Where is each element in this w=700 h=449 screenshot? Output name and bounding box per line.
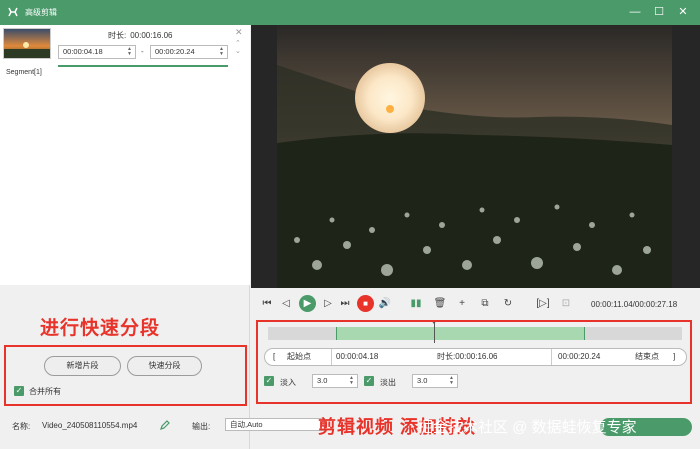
quick-split-button[interactable]: 快速分段 (127, 356, 202, 376)
output-label: 输出: (192, 422, 211, 431)
segment-end-value: 00:00:20.24 (155, 47, 195, 56)
video-preview[interactable] (277, 25, 672, 288)
mark-in-icon[interactable]: [▷] (536, 297, 550, 311)
video-letterbox-right (672, 25, 700, 288)
segment-start-value: 00:00:04.18 (63, 47, 103, 56)
volume-icon[interactable]: 🔊 (378, 297, 392, 311)
merge-all-checkbox[interactable]: ✓ (14, 386, 24, 396)
segment-label: Segment[1] (6, 69, 42, 76)
file-name-value: Video_240508110554.mp4 (42, 421, 138, 430)
spinner-icon[interactable]: ▲ ▼ (127, 47, 133, 57)
thumbnail-image (4, 29, 50, 58)
delete-icon[interactable]: 🗑 (433, 297, 447, 311)
new-segment-button[interactable]: 新增片段 (44, 356, 121, 376)
reorder-icon[interactable]: ⌃ ⌄ (235, 40, 241, 56)
output-select[interactable]: 自动,Auto (225, 418, 325, 431)
copy-icon[interactable]: ⧉ (478, 297, 492, 311)
snapshot-icon[interactable]: ⊡ (559, 297, 573, 311)
current-time: 00:00:11.04 (591, 300, 633, 309)
skip-end-icon[interactable]: ⏭ (338, 297, 352, 311)
total-time: 00:00:27.18 (634, 300, 678, 309)
segment-panel: 时长: 00:00:16.06 00:00:04.18 ▲ ▼ - 00:00:20… (0, 25, 325, 449)
output-value: 自动,Auto (230, 420, 263, 429)
segment-start-field[interactable]: 00:00:04.18 ▲ ▼ (58, 45, 136, 59)
annotation-quick-split: 进行快速分段 (40, 318, 161, 339)
title-bar: 高级剪辑 — ☐ ✕ (0, 0, 700, 25)
range-dash: - (141, 47, 144, 56)
segment-item[interactable]: 时长: 00:00:16.06 00:00:04.18 ▲ ▼ - 00:00:20… (0, 25, 250, 77)
video-letterbox-left (251, 25, 277, 288)
segment-thumbnail (3, 28, 51, 59)
split-icon[interactable]: ▮▮ (409, 297, 423, 311)
add-icon[interactable]: + (455, 297, 469, 311)
skip-start-icon[interactable]: ⏮ (260, 297, 274, 311)
segment-duration-label: 时长: (108, 31, 127, 40)
edit-icon[interactable] (160, 420, 170, 430)
file-name-label: 名称: (12, 422, 31, 431)
segment-duration: 时长: 00:00:16.06 (108, 30, 173, 41)
watermark: 掘金技术社区 @ 数据蛙恢复专家 (418, 419, 637, 436)
playback-toolbar: ⏮ ◁ ▶ ▷ ⏭ ■ 🔊 ▮▮ 🗑 + ⧉ ↻ [▷] ⊡ 00:00:11.… (251, 288, 700, 318)
time-display: 00:00:11.04/00:00:27.18 (591, 300, 678, 309)
stop-button[interactable]: ■ (357, 295, 374, 312)
segment-duration-value: 00:00:16.06 (130, 31, 173, 40)
next-frame-icon[interactable]: ▷ (321, 297, 335, 311)
maximize-button[interactable]: ☐ (652, 5, 666, 19)
prev-frame-icon[interactable]: ◁ (279, 297, 293, 311)
video-frame-image (277, 25, 672, 288)
window-title: 高级剪辑 (25, 8, 57, 17)
merge-all-label: 合并所有 (29, 387, 61, 396)
minimize-button[interactable]: — (628, 5, 642, 19)
segment-progress-bar (58, 65, 228, 67)
segment-end-field[interactable]: 00:00:20.24 ▲ ▼ (150, 45, 228, 59)
app-logo-icon (8, 7, 18, 17)
spinner-icon[interactable]: ▲ ▼ (219, 47, 225, 57)
close-button[interactable]: ✕ (676, 5, 690, 19)
highlight-box-right (256, 320, 692, 404)
play-button[interactable]: ▶ (299, 295, 316, 312)
remove-segment-icon[interactable]: ✕ (235, 27, 243, 38)
reset-icon[interactable]: ↻ (501, 297, 515, 311)
segment-list: 时长: 00:00:16.06 00:00:04.18 ▲ ▼ - 00:00:20… (0, 25, 250, 285)
